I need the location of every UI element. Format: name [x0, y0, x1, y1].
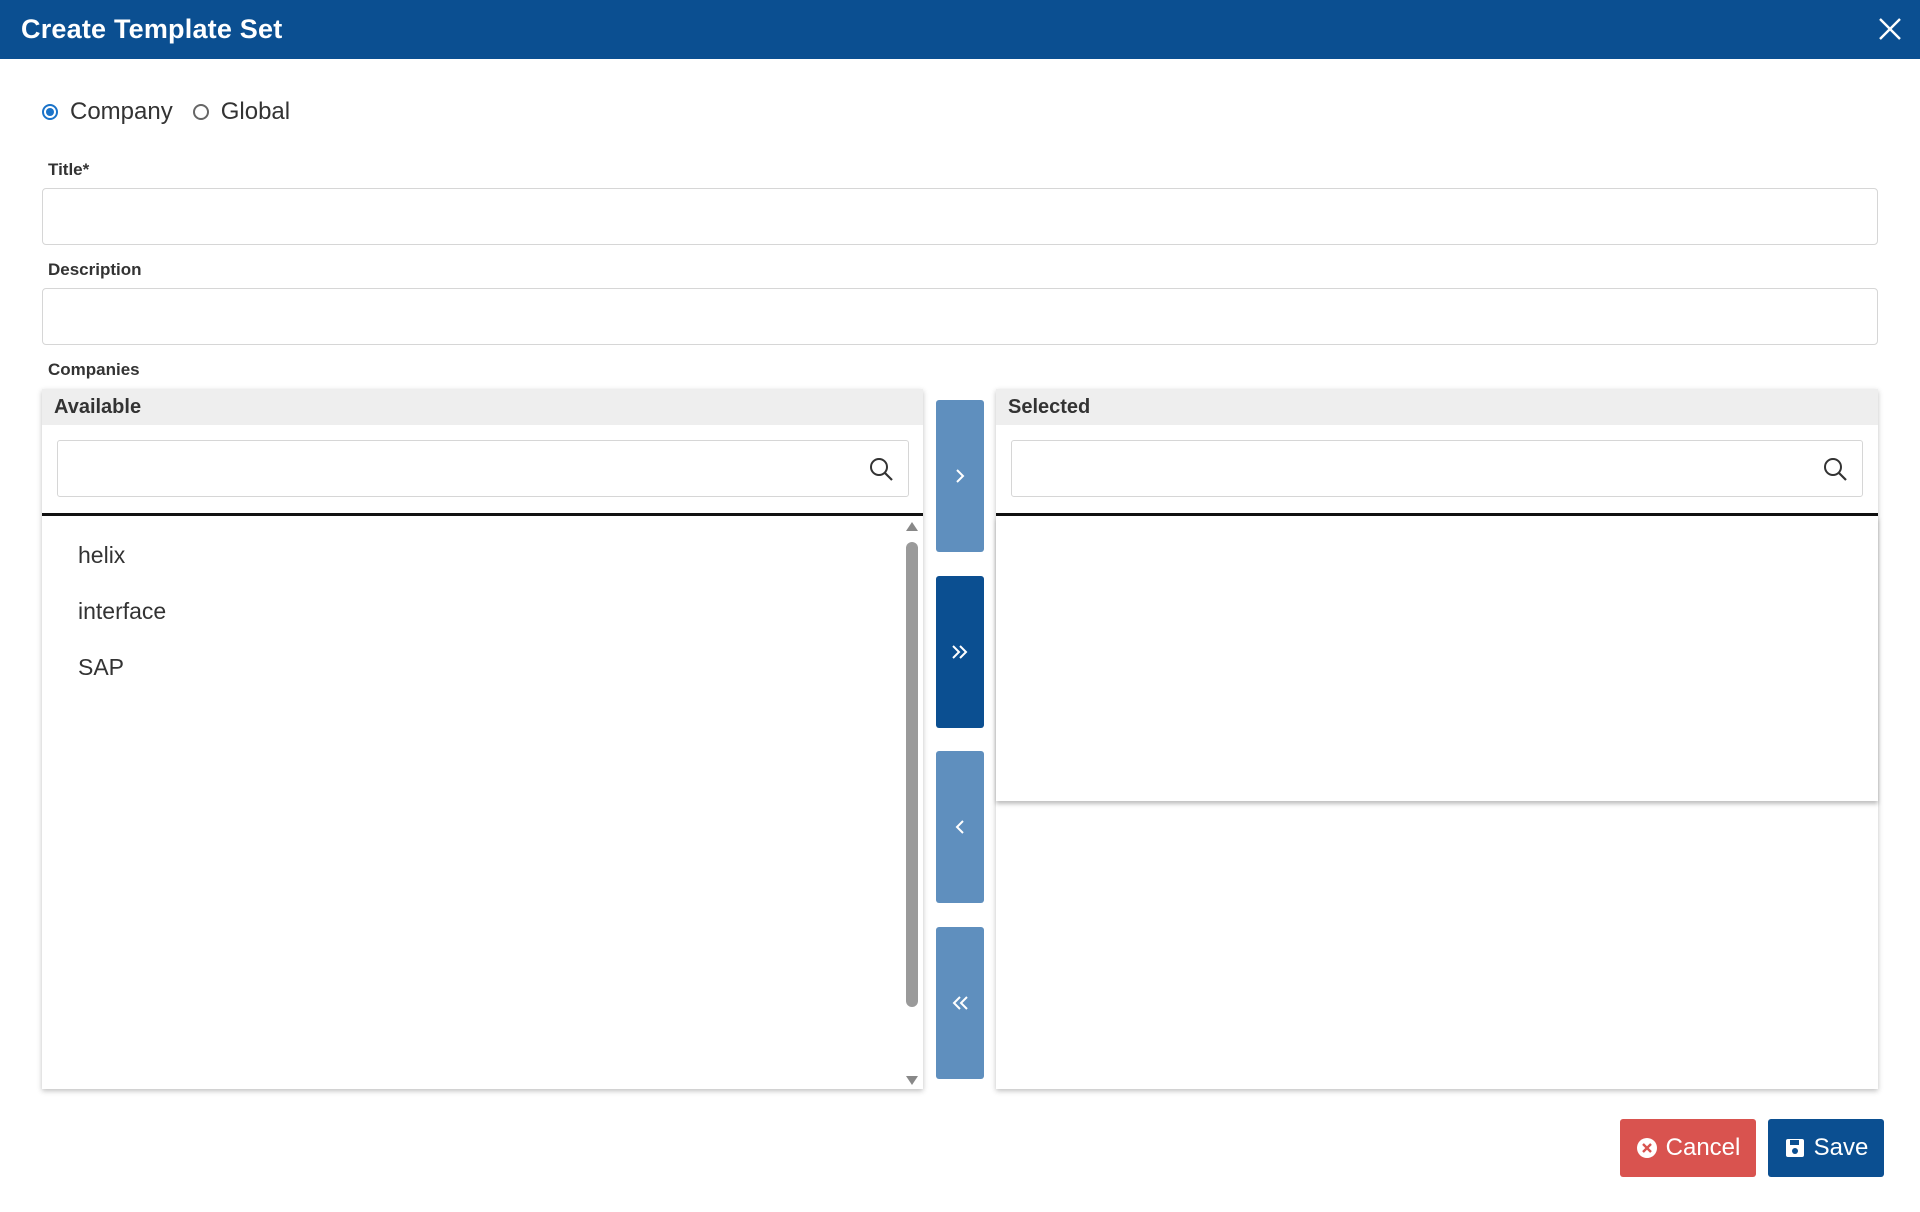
- title-input[interactable]: [42, 188, 1878, 245]
- list-item[interactable]: interface: [78, 598, 166, 625]
- selected-list[interactable]: [996, 516, 1878, 801]
- cancel-button[interactable]: Cancel: [1620, 1119, 1756, 1177]
- selected-search-input[interactable]: [1011, 440, 1863, 497]
- move-all-right-button[interactable]: [936, 576, 984, 728]
- description-input[interactable]: [42, 288, 1878, 345]
- dialog-titlebar: Create Template Set: [0, 0, 1920, 59]
- company-radio[interactable]: [42, 104, 58, 120]
- dialog-title: Create Template Set: [21, 14, 283, 44]
- global-radio-label: Global: [220, 98, 291, 125]
- scope-radio-group: Company Global: [42, 97, 310, 127]
- selected-header: Selected: [996, 389, 1878, 425]
- scrollbar-thumb[interactable]: [906, 542, 918, 1007]
- double-chevron-right-icon: [952, 645, 968, 659]
- available-panel: Available helix interface SAP: [42, 389, 923, 1089]
- scope-option-company[interactable]: Company: [42, 98, 173, 126]
- cancel-button-label: Cancel: [1665, 1134, 1741, 1161]
- create-template-set-dialog: Create Template Set Company Global Title…: [0, 0, 1920, 1212]
- companies-label: Companies: [48, 360, 140, 379]
- save-button[interactable]: Save: [1768, 1119, 1884, 1177]
- move-right-button[interactable]: [936, 400, 984, 552]
- available-header: Available: [42, 389, 923, 425]
- floppy-disk-icon: [1785, 1139, 1804, 1157]
- save-button-label: Save: [1813, 1134, 1869, 1161]
- cancel-circle-icon: [1636, 1138, 1657, 1158]
- scroll-down-arrow-icon[interactable]: [906, 1076, 918, 1085]
- selected-panel: Selected: [996, 389, 1878, 1089]
- double-chevron-left-icon: [952, 996, 968, 1010]
- available-list-divider: [42, 513, 923, 516]
- search-icon[interactable]: [1822, 456, 1848, 482]
- search-icon[interactable]: [868, 456, 894, 482]
- description-label: Description: [48, 260, 142, 279]
- close-icon[interactable]: [1874, 13, 1906, 45]
- move-left-button[interactable]: [936, 751, 984, 903]
- scroll-up-arrow-icon[interactable]: [906, 522, 918, 531]
- available-scrollbar[interactable]: [905, 520, 919, 1087]
- company-radio-label: Company: [70, 98, 173, 125]
- global-radio[interactable]: [192, 104, 209, 120]
- list-item[interactable]: SAP: [78, 654, 124, 681]
- chevron-right-icon: [956, 469, 965, 483]
- scope-option-global[interactable]: Global: [192, 98, 291, 126]
- list-item[interactable]: helix: [78, 542, 125, 569]
- available-search-input[interactable]: [57, 440, 909, 497]
- chevron-left-icon: [955, 820, 964, 834]
- title-label: Title*: [48, 160, 90, 179]
- move-all-left-button[interactable]: [936, 927, 984, 1079]
